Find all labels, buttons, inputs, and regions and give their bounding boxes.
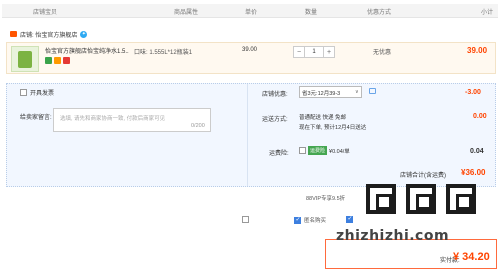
invoice-label: 开具发票 [30, 91, 55, 97]
col-header-price: 单价 [245, 10, 258, 16]
watermark-text: zhizhizhi.com [336, 228, 450, 244]
col-header-attr: 商品属性 [174, 10, 199, 16]
product-spec: 口味: 1.555L*12瓶装1 [134, 50, 193, 56]
message-placeholder: 选填, 请先和商家协商一致, 付款后商家可见 [60, 116, 166, 122]
shipping-label: 运送方式: [262, 117, 288, 123]
anonymous-option[interactable]: 匿名购买 [294, 216, 326, 224]
message-char-count: 0/200 [191, 123, 205, 129]
promo-method: 无优惠 [373, 50, 392, 56]
pay-amount: ¥ 34.20 [453, 251, 490, 263]
chat-icon[interactable]: ✦ [80, 30, 88, 38]
footer-checkbox[interactable] [242, 216, 249, 223]
shipping-method: 普通配送 快递 免邮 [299, 115, 347, 121]
footer-option[interactable] [242, 216, 249, 223]
shop-total-label: 店铺合计(含运费) [400, 173, 446, 179]
anonymous-checkbox[interactable] [294, 216, 301, 224]
insurance-badge: 运费险 [308, 146, 328, 155]
message-label: 给卖家留言: [20, 115, 52, 121]
shop-name[interactable]: 店铺: 怡宝官方旗舰店 [20, 30, 77, 39]
col-header-subtotal: 小计 [481, 10, 494, 16]
service-badge-icon [63, 57, 70, 64]
watermark-glyph [366, 184, 396, 214]
qty-minus-button[interactable]: − [293, 46, 305, 58]
coupon-info-icon[interactable] [369, 88, 376, 94]
qty-plus-button[interactable]: + [323, 46, 335, 58]
invoice-option[interactable]: 开具发票 [20, 88, 54, 97]
col-header-promo: 优惠方式 [367, 10, 392, 16]
product-badges [45, 57, 70, 64]
insurance-checkbox[interactable] [299, 147, 306, 154]
chevron-down-icon[interactable]: ∨ [355, 89, 359, 95]
col-header-qty: 数量 [305, 10, 318, 16]
insurance-option[interactable]: 运费险 ¥0.04/单 [299, 146, 350, 155]
invoice-checkbox[interactable] [20, 89, 27, 96]
product-title[interactable]: 怡宝官方旗舰店怡宝纯净水1.5... [45, 46, 129, 55]
coupon-label: 店铺优惠: [262, 92, 288, 98]
coupon-amount: -3.00 [465, 89, 481, 96]
insurance-label: 运费险: [269, 151, 289, 157]
shop-row: 店铺: 怡宝官方旗舰店 ✦ [10, 29, 88, 39]
unit-price: 39.00 [242, 47, 258, 53]
insurance-price: ¥0.04/单 [329, 148, 350, 155]
shipping-eta: 现在下单, 预计12月4日送达 [299, 125, 367, 131]
panel-divider [247, 84, 248, 186]
product-thumbnail[interactable] [11, 46, 39, 72]
shop-total-amount: ¥36.00 [461, 168, 486, 177]
service-badge-icon [54, 57, 61, 64]
table-header: 店铺宝贝 商品属性 单价 数量 优惠方式 小计 [2, 4, 498, 18]
coupon-select[interactable]: 省3元:12月39-3 [299, 86, 362, 98]
col-header-item: 店铺宝贝 [33, 10, 58, 16]
quantity-stepper: − 1 + [293, 46, 335, 58]
watermark-glyph [406, 184, 436, 214]
shipping-amount: 0.00 [473, 113, 487, 120]
shop-icon [10, 31, 17, 37]
service-badge-icon [45, 57, 52, 64]
item-subtotal: 39.00 [467, 46, 488, 55]
qty-input[interactable]: 1 [305, 46, 323, 58]
watermark-glyph [446, 184, 476, 214]
anonymous-label: 匿名购买 [304, 218, 327, 224]
insurance-amount: 0.04 [470, 148, 484, 155]
